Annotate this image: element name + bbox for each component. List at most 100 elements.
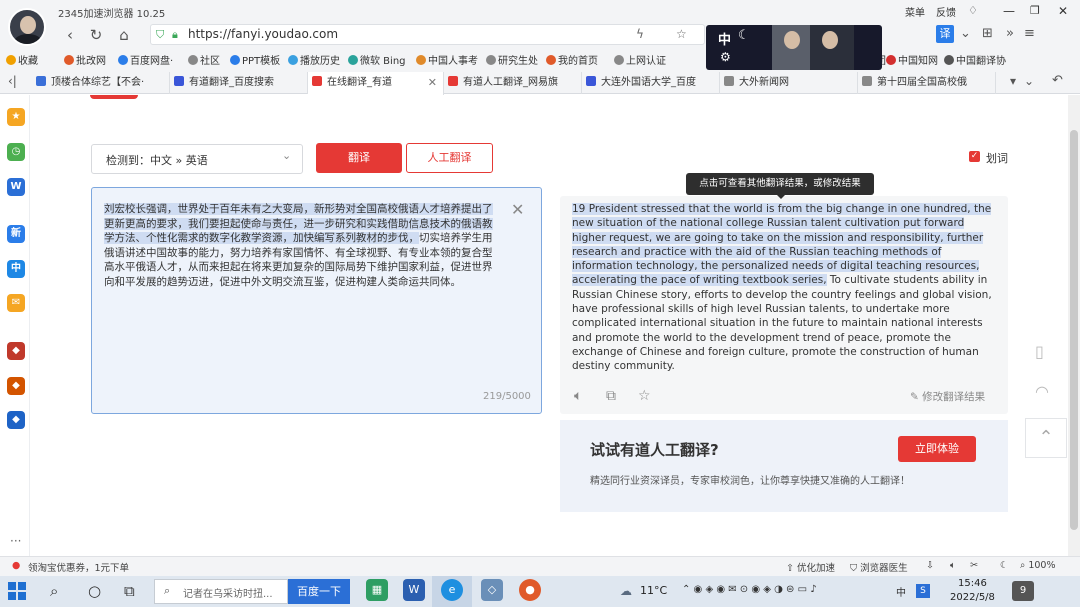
tab-dropdown-icon[interactable]: ⌄ (1024, 74, 1034, 88)
app-icon-green[interactable]: ▦ (366, 579, 388, 601)
bookmark-item[interactable]: 研究生处 (486, 52, 538, 67)
bookmark-item[interactable]: 百度网盘· (118, 52, 173, 67)
undo-close-tab-icon[interactable]: ↶ (1052, 73, 1063, 88)
bookmark-item[interactable]: 中国翻译协 (944, 52, 1006, 67)
edit-result-button[interactable]: ✎ 修改翻译结果 (910, 389, 985, 404)
minimize-icon[interactable]: — (1003, 4, 1015, 18)
download-icon[interactable]: ⇩ (926, 560, 934, 571)
user-avatar[interactable] (8, 8, 46, 46)
browser-app-icon[interactable]: e (441, 579, 463, 601)
bookmark-star-icon[interactable]: ☆ (676, 27, 687, 41)
bookmark-item[interactable]: 我的首页 (546, 52, 598, 67)
cortana-icon[interactable]: ○ (88, 582, 101, 600)
lightning-icon[interactable]: ϟ (636, 27, 644, 41)
ime-app-icon[interactable]: S (916, 584, 930, 598)
status-coupon-link[interactable]: 领淘宝优惠券，1元下单 (28, 560, 129, 574)
taskbar-search-icon[interactable]: ⌕ (50, 582, 58, 600)
tab-item[interactable]: 顶楼合体综艺【不会· (32, 72, 170, 94)
restore-icon[interactable]: ❐ (1030, 4, 1040, 17)
word-pick-checkbox[interactable]: ✓ (969, 151, 980, 162)
bookmark-favicon-icon (288, 55, 298, 65)
tab-item[interactable]: 大外新闻网 (720, 72, 858, 94)
bookmark-favicon-icon (546, 55, 556, 65)
task-view-icon[interactable]: ⧉ (124, 582, 135, 600)
tab-item[interactable]: 有道人工翻译_网易旗 (444, 72, 582, 94)
bookmark-item[interactable]: 上网认证 (614, 52, 666, 67)
clock-time[interactable]: 15:46 (958, 578, 987, 589)
bookmark-item[interactable]: 微软 Bing (348, 52, 406, 67)
translate-extension-icon[interactable]: 译 (936, 25, 954, 43)
bookmark-item[interactable]: 社区 (188, 52, 220, 67)
ext-chevron-icon[interactable]: ⌄ (960, 26, 971, 41)
back-icon[interactable]: ‹ (60, 25, 80, 45)
human-translate-button[interactable]: 人工翻译 (406, 143, 493, 173)
scrollbar-thumb[interactable] (1070, 130, 1078, 530)
tab-item[interactable]: 在线翻译_有道 ✕ (308, 72, 444, 95)
output-text[interactable]: 19 President stressed that the world is … (572, 202, 992, 374)
zoom-level[interactable]: ⌕ 100% (1020, 560, 1056, 571)
bookmark-item[interactable]: 播放历史 (288, 52, 340, 67)
close-window-icon[interactable]: ✕ (1058, 4, 1068, 18)
app-icon-orange[interactable]: ● (519, 579, 541, 601)
weather-temp[interactable]: 11°C (640, 584, 667, 597)
optimize-button[interactable]: ⇧ 优化加速 (786, 560, 835, 574)
doctor-button[interactable]: ⛉ 浏览器医生 (850, 560, 908, 574)
tab-favicon-icon (586, 76, 596, 86)
skin-icon[interactable]: ♢ (968, 4, 978, 17)
bookmark-item[interactable]: 中国人事考 (416, 52, 478, 67)
game-icon-3[interactable]: ◆ (7, 411, 25, 429)
promo-badge[interactable]: 中 ☾ ⚙ (706, 25, 882, 70)
source-text[interactable]: 刘宏校长强调，世界处于百年未有之大变局，新形势对全国高校俄语人才培养提出了更新更… (104, 202, 499, 289)
home-icon[interactable]: ⌂ (114, 25, 134, 45)
favorite-star-icon[interactable]: ☆ (638, 388, 651, 404)
clock-icon[interactable]: ◷ (7, 143, 25, 161)
tab-list-icon[interactable]: ‹| (8, 74, 17, 88)
tray-icons[interactable]: ⌃ ◉ ◈ ◉ ✉ ⊙ ◉ ◈ ◑ ⊜ ▭ ♪ (682, 584, 817, 595)
word-doc-icon[interactable]: W (7, 178, 25, 196)
bookmark-item[interactable]: PPT模板 (230, 52, 280, 67)
notification-center[interactable]: 9 (1012, 581, 1034, 601)
mail-icon[interactable]: ✉ (7, 294, 25, 312)
tab-item[interactable]: 大连外国语大学_百度 (582, 72, 720, 94)
ime-indicator[interactable]: 中 (896, 584, 906, 599)
menu-lines-icon[interactable]: ≡ (1024, 26, 1035, 41)
translate-button[interactable]: 翻译 (316, 143, 402, 173)
try-now-button[interactable]: 立即体验 (898, 436, 976, 462)
close-tab-icon[interactable]: ✕ (428, 72, 437, 94)
menu-button[interactable]: 菜单 (905, 4, 925, 19)
feedback-button[interactable]: 反馈 (936, 4, 956, 19)
more-icon[interactable]: ··· (10, 534, 21, 548)
zhong-icon[interactable]: 中 (7, 260, 25, 278)
ext-more-icon[interactable]: » (1006, 26, 1014, 41)
app-icon-gray[interactable]: ◇ (481, 579, 503, 601)
tab-menu-icon[interactable]: ▾ (1010, 74, 1016, 88)
url-text: https://fanyi.youdao.com (188, 27, 339, 41)
bookmark-favicon-icon (944, 55, 954, 65)
game-icon-1[interactable]: ◆ (7, 342, 25, 360)
apps-grid-icon[interactable]: ⊞ (982, 26, 993, 41)
bookmark-label: 中国翻译协 (956, 56, 1006, 67)
chevron-down-icon: ⌄ (282, 149, 292, 162)
game-icon-2[interactable]: ◆ (7, 377, 25, 395)
clear-input-icon[interactable]: ✕ (511, 200, 524, 219)
news-xin-icon[interactable]: 新 (7, 225, 25, 243)
start-windows-icon[interactable] (8, 582, 26, 600)
bookmark-item[interactable]: 收藏 (6, 52, 38, 67)
word-app-icon[interactable]: W (403, 579, 425, 601)
volume-icon[interactable]: 🔈︎ (950, 560, 956, 571)
back-to-top-button[interactable]: ⌃ (1025, 418, 1067, 458)
refresh-icon[interactable]: ↻ (86, 25, 106, 45)
copy-icon[interactable]: ⧉ (606, 388, 616, 404)
night-mode-icon[interactable]: ☾ (1000, 560, 1009, 571)
tab-item[interactable]: 有道翻译_百度搜索 (170, 72, 308, 94)
baidu-search-button[interactable]: 百度一下 (288, 579, 350, 604)
bookmark-item[interactable]: 中国知网 (886, 52, 938, 67)
speaker-icon[interactable]: 🔈︎ (574, 388, 582, 404)
tab-item[interactable]: 第十四届全国高校俄 (858, 72, 996, 94)
bookmark-item[interactable]: 批改网 (64, 52, 106, 67)
screenshot-icon[interactable]: ✂ (970, 560, 978, 571)
customer-service-icon[interactable]: ◠ (1035, 382, 1049, 401)
favorites-star-icon[interactable]: ★ (7, 108, 25, 126)
mobile-app-icon[interactable]: ▯ (1035, 342, 1044, 361)
clock-date[interactable]: 2022/5/8 (950, 592, 995, 603)
